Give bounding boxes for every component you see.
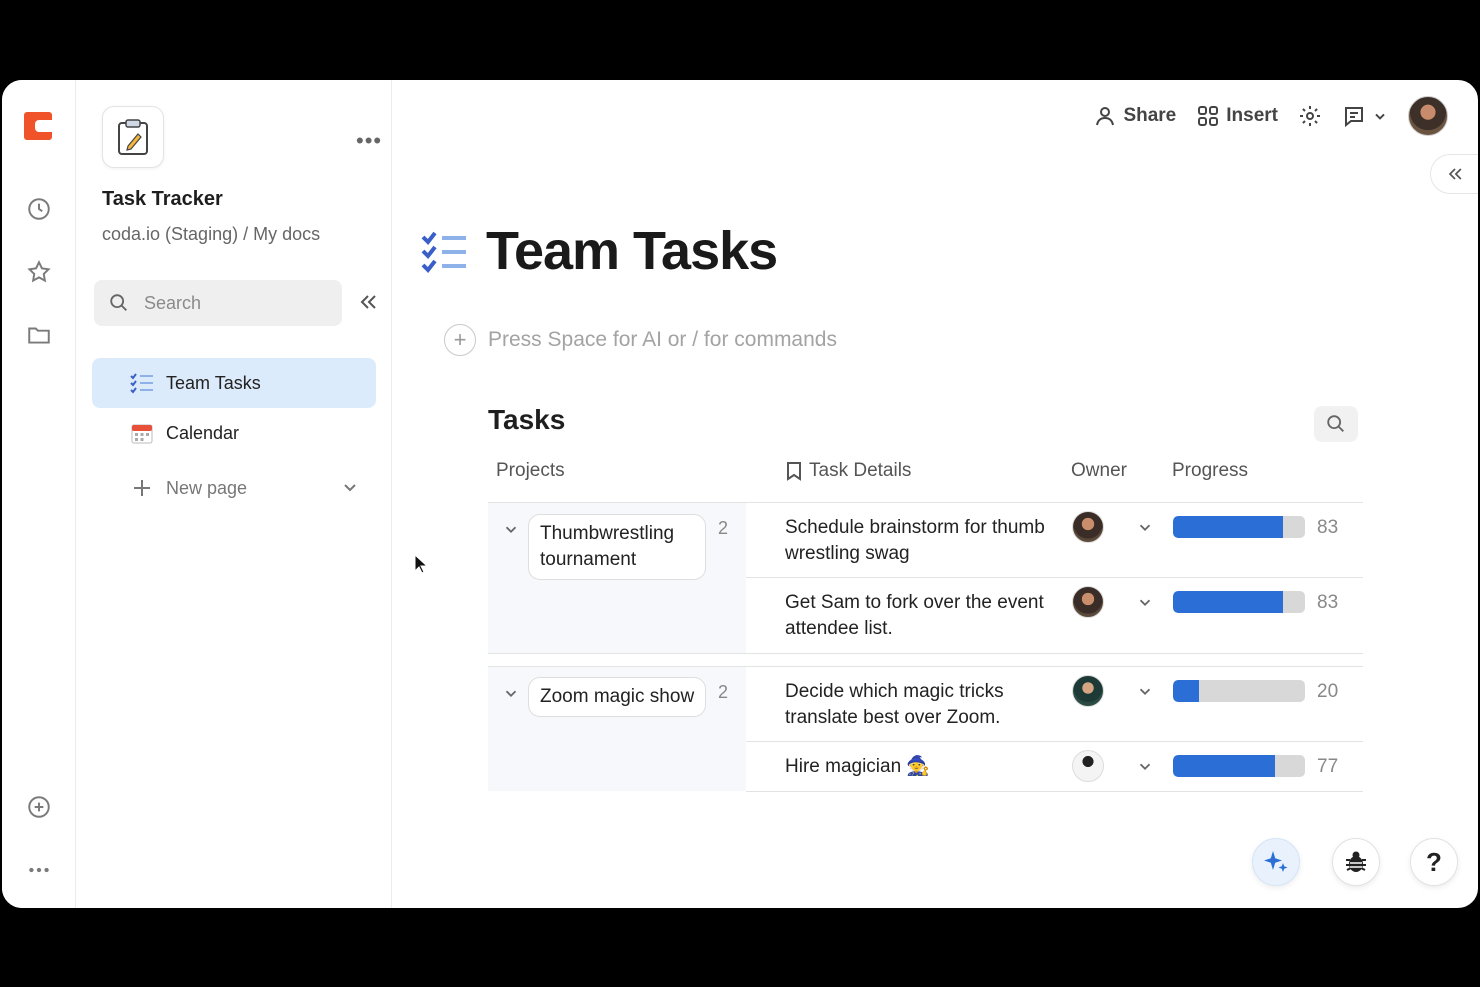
page-header: Team Tasks — [420, 220, 778, 282]
new-page-button[interactable]: New page — [92, 463, 376, 513]
chevron-down-icon[interactable] — [1136, 757, 1154, 775]
search-placeholder: Search — [144, 292, 202, 313]
left-rail — [2, 80, 76, 908]
doc-breadcrumb[interactable]: coda.io (Staging) / My docs — [102, 224, 320, 245]
table-search-icon[interactable] — [1314, 406, 1358, 442]
add-circle-icon[interactable] — [26, 794, 52, 820]
app-window: ••• Task Tracker coda.io (Staging) / My … — [0, 78, 1480, 910]
sidebar-item-label: Calendar — [166, 422, 240, 443]
checklist-icon — [130, 371, 154, 395]
column-header-progress[interactable]: Progress — [1172, 460, 1248, 482]
row-divider — [746, 791, 1363, 792]
bug-icon — [1346, 851, 1366, 872]
collapse-sidebar-icon[interactable] — [356, 290, 380, 314]
progress-value: 77 — [1317, 756, 1339, 777]
page-title: Team Tasks — [486, 221, 778, 281]
new-page-label: New page — [166, 477, 248, 498]
checklist-icon — [421, 231, 466, 274]
column-header-task-details[interactable]: Task Details — [785, 460, 911, 482]
coda-logo-icon[interactable] — [24, 112, 52, 140]
share-button[interactable]: Share — [1093, 104, 1176, 128]
share-label: Share — [1123, 105, 1177, 126]
task-details-cell[interactable]: Get Sam to fork over the event attendee … — [785, 590, 1065, 642]
progress-bar — [1173, 755, 1305, 777]
table-title: Tasks — [488, 404, 566, 435]
sparkle-icon — [1264, 851, 1288, 872]
person-icon — [1096, 107, 1115, 126]
row-divider — [746, 577, 1363, 578]
progress-value: 20 — [1317, 681, 1339, 702]
favorites-star-icon[interactable] — [26, 259, 52, 285]
calendar-icon — [130, 421, 154, 445]
progress-bar — [1173, 680, 1305, 702]
column-header-label: Task Details — [809, 460, 912, 481]
folder-icon[interactable] — [26, 322, 52, 348]
insert-button[interactable]: Insert — [1196, 104, 1278, 128]
sidebar: ••• Task Tracker coda.io (Staging) / My … — [76, 80, 428, 908]
owner-avatar[interactable] — [1072, 511, 1104, 543]
chevron-down-icon[interactable] — [502, 684, 520, 702]
comments-icon[interactable] — [1342, 104, 1388, 128]
question-mark-icon: ? — [1426, 846, 1442, 877]
ai-sparkle-button[interactable] — [1252, 838, 1300, 886]
row-divider — [746, 741, 1363, 742]
group-divider — [488, 653, 1363, 654]
doc-clipboard-icon[interactable] — [102, 106, 164, 168]
project-chip[interactable]: Thumbwrestling tournament — [528, 514, 706, 580]
add-block-icon[interactable]: + — [444, 324, 476, 356]
settings-gear-icon[interactable] — [1298, 104, 1322, 128]
chevron-down-icon[interactable] — [1372, 108, 1388, 124]
column-header-projects[interactable]: Projects — [496, 460, 565, 482]
bookmark-icon — [787, 462, 801, 481]
task-details-cell[interactable]: Decide which magic tricks translate best… — [785, 679, 1065, 731]
more-icon[interactable] — [26, 857, 52, 883]
task-details-cell[interactable]: Hire magician 🧙 — [785, 754, 1065, 780]
progress-value: 83 — [1317, 592, 1339, 613]
group-count: 2 — [718, 682, 729, 702]
owner-avatar[interactable] — [1072, 750, 1104, 782]
sidebar-more-icon[interactable]: ••• — [356, 128, 382, 154]
progress-bar — [1173, 516, 1305, 538]
column-header-owner[interactable]: Owner — [1071, 460, 1127, 482]
bug-report-button[interactable] — [1332, 838, 1380, 886]
project-chip[interactable]: Zoom magic show — [528, 677, 707, 717]
search-icon — [110, 294, 127, 311]
command-placeholder: Press Space for AI or / for commands — [488, 328, 837, 351]
progress-bar — [1173, 591, 1305, 613]
chevron-down-icon[interactable] — [340, 477, 360, 497]
owner-avatar[interactable] — [1072, 675, 1104, 707]
sidebar-item-team-tasks[interactable]: Team Tasks — [92, 358, 376, 408]
owner-avatar[interactable] — [1072, 586, 1104, 618]
doc-title: Task Tracker — [102, 188, 223, 210]
chevron-down-icon[interactable] — [502, 520, 520, 538]
expand-panel-icon[interactable] — [1430, 154, 1478, 194]
insert-label: Insert — [1226, 105, 1278, 126]
chevron-down-icon[interactable] — [1136, 518, 1154, 536]
sidebar-item-label: Team Tasks — [166, 372, 261, 393]
main-content: Share Insert Team Tasks + Press Space fo… — [392, 80, 1478, 908]
recent-clock-icon[interactable] — [26, 196, 52, 222]
group-count: 2 — [718, 518, 729, 538]
grid-icon — [1198, 106, 1219, 126]
task-details-cell[interactable]: Schedule brainstorm for thumb wrestling … — [785, 515, 1065, 567]
sidebar-search-input[interactable]: Search — [94, 280, 342, 326]
sidebar-item-calendar[interactable]: Calendar — [92, 408, 376, 458]
chevron-down-icon[interactable] — [1136, 593, 1154, 611]
top-toolbar: Share Insert — [1093, 96, 1448, 136]
help-button[interactable]: ? — [1410, 838, 1458, 886]
progress-value: 83 — [1317, 517, 1339, 538]
command-input[interactable]: + Press Space for AI or / for commands — [444, 324, 837, 356]
user-avatar[interactable] — [1408, 96, 1448, 136]
plus-icon — [130, 476, 154, 500]
chevron-down-icon[interactable] — [1136, 682, 1154, 700]
